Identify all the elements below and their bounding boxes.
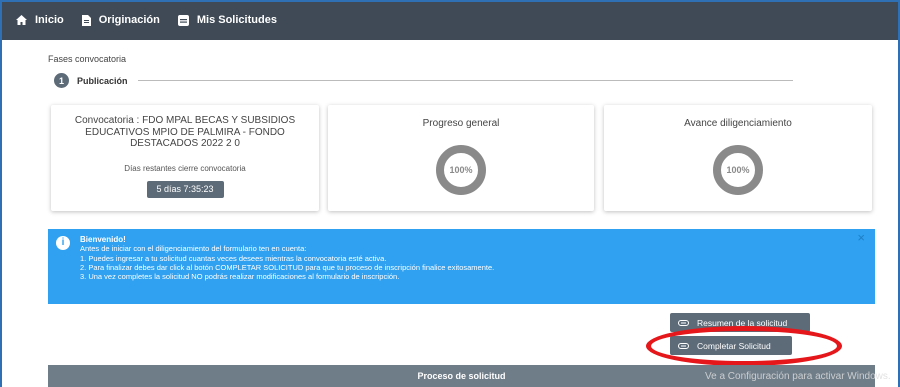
highlight-circle (646, 326, 842, 366)
step-number: 1 (54, 73, 69, 88)
nav-item-mis-solicitudes[interactable]: Mis Solicitudes (177, 14, 277, 26)
completion-card: Avance diligenciamiento 100% (604, 105, 872, 211)
progress-ring: 100% (436, 145, 486, 195)
proceso-title: Proceso de solicitud (417, 371, 506, 381)
alert-line-1: 1. Puedes ingresar a tu solicitud cuanta… (80, 253, 387, 263)
link-icon (678, 319, 689, 326)
welcome-alert: i Bienvenido! Antes de iniciar con el di… (48, 229, 875, 304)
convocatoria-title: Convocatoria : FDO MPAL BECAS Y SUBSIDIO… (74, 115, 296, 149)
info-icon: i (56, 236, 70, 250)
countdown-timer: 5 días 7:35:23 (146, 180, 224, 198)
completion-percent: 100% (726, 165, 750, 175)
completion-title: Avance diligenciamiento (684, 118, 792, 129)
close-icon[interactable]: × (857, 231, 865, 244)
nav-item-originacion[interactable]: Originación (81, 14, 160, 26)
alert-title: Bienvenido! (80, 235, 126, 244)
nav-item-inicio[interactable]: Inicio (16, 14, 64, 26)
alert-intro: Antes de iniciar con el diligenciamiento… (80, 244, 307, 254)
folder-icon (177, 14, 189, 26)
alert-line-2: 2. Para finalizar debes dar click al bot… (80, 262, 495, 272)
days-remaining-label: Días restantes cierre convocatoria (124, 163, 246, 173)
windows-activation-watermark: Ve a Configuración para activar Windows. (705, 371, 891, 382)
progress-title: Progreso general (422, 118, 500, 129)
fases-title: Fases convocatoria (48, 54, 127, 64)
home-icon (16, 15, 27, 25)
step-divider (138, 80, 793, 81)
nav-item-label: Mis Solicitudes (196, 14, 277, 26)
top-navbar: Inicio Originación Mis Solicitudes (0, 0, 900, 40)
progress-percent: 100% (449, 165, 473, 175)
document-icon (81, 14, 91, 26)
nav-item-label: Inicio (35, 14, 64, 26)
phase-step: 1 Publicación (54, 73, 128, 88)
completion-ring: 100% (713, 145, 763, 195)
alert-line-3: 3. Una vez completes la solicitud NO pod… (80, 272, 400, 282)
step-label: Publicación (77, 75, 128, 86)
progress-card: Progreso general 100% (328, 105, 594, 211)
nav-item-label: Originación (98, 14, 160, 26)
convocatoria-card: Convocatoria : FDO MPAL BECAS Y SUBSIDIO… (51, 105, 319, 211)
